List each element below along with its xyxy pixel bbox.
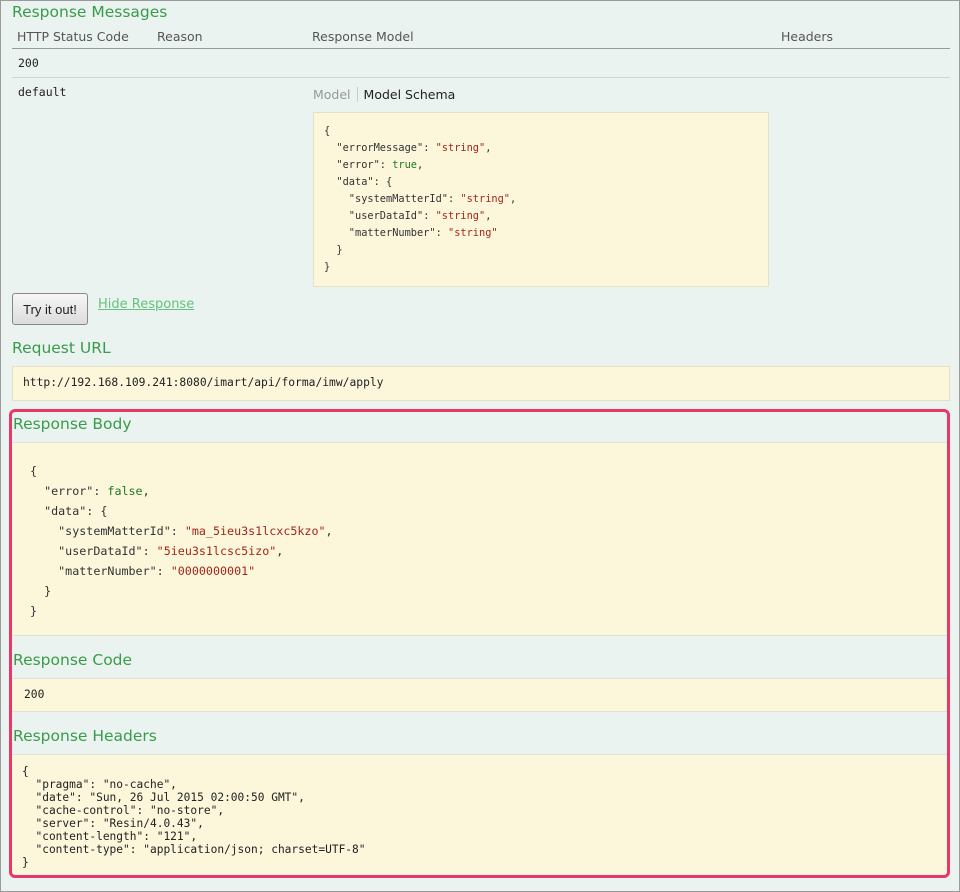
code-line: "pragma": "no-cache", [22,778,177,791]
status-code-200: 200 [18,56,39,70]
table-row-divider [12,77,950,78]
column-reason: Reason [157,29,203,44]
response-body-title: Response Body [13,415,132,433]
column-response-model: Response Model [312,29,414,44]
try-it-out-button[interactable]: Try it out! [12,293,88,325]
code-line: "data": { [30,504,108,518]
code-line: } [30,604,38,618]
code-line: "matterNumber": "string" [324,227,498,239]
response-headers-title: Response Headers [13,727,157,745]
code-line: { [30,464,38,478]
code-line: "systemMatterId": "string", [324,193,517,205]
code-line: "server": "Resin/4.0.43", [22,817,204,830]
request-url-value: http://192.168.109.241:8080/imart/api/fo… [12,366,950,401]
code-line: } [324,244,343,256]
response-code-title: Response Code [13,651,133,669]
code-line: "userDataId": "string", [324,210,492,222]
code-line: "systemMatterId": "ma_5ieu3s1lcxc5kzo", [30,524,333,538]
response-body-code: { "error": false, "data": { "systemMatte… [12,442,950,636]
code-line: "cache-control": "no-store", [22,804,225,817]
model-schema-code: { "errorMessage": "string", "error": tru… [313,112,769,287]
code-line: { [22,765,29,778]
code-line: "userDataId": "5ieu3s1lcsc5izo", [30,544,284,558]
code-line: { [324,125,331,137]
request-url-title: Request URL [12,339,111,357]
code-line: "content-type": "application/json; chars… [22,843,366,856]
status-code-default: default [18,85,67,99]
code-line: } [324,261,331,273]
column-headers: Headers [781,29,834,44]
code-line: "data": { [324,176,393,188]
code-line: "content-length": "121", [22,830,198,843]
column-http-status-code: HTTP Status Code [17,29,129,44]
code-line: } [22,856,29,869]
messages-table-header: HTTP Status Code Reason Response Model H… [12,28,950,49]
tab-model-schema[interactable]: Model Schema [358,87,456,102]
code-line: } [30,584,52,598]
hide-response-link[interactable]: Hide Response [98,297,194,312]
tab-model[interactable]: Model [313,87,358,102]
response-messages-title: Response Messages [12,3,168,21]
response-headers-code: { "pragma": "no-cache", "date": "Sun, 26… [12,754,950,874]
code-line: "error": true, [324,159,424,171]
code-line: "errorMessage": "string", [324,142,492,154]
code-line: "date": "Sun, 26 Jul 2015 02:00:50 GMT", [22,791,305,804]
response-code-value: 200 [12,678,950,712]
model-tabs: Model Model Schema [313,87,455,102]
code-line: "matterNumber": "0000000001" [30,564,256,578]
code-line: "error": false, [30,484,150,498]
